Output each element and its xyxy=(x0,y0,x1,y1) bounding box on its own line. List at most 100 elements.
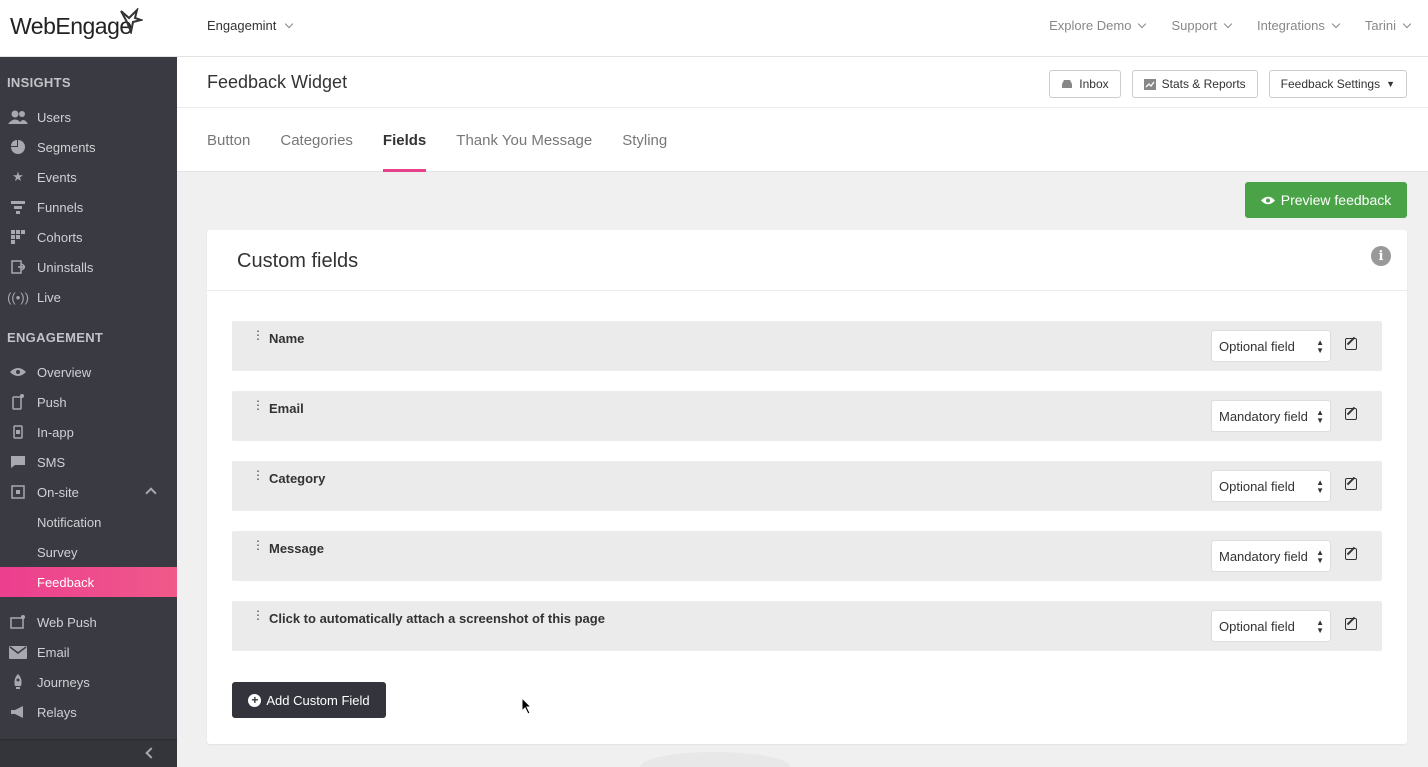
sidebar-section-engagement: ENGAGEMENT xyxy=(7,330,104,345)
sidebar-item-feedback[interactable]: Feedback xyxy=(0,567,177,597)
sidebar-item-label: Events xyxy=(37,169,77,185)
scroll-hint xyxy=(640,752,790,767)
sidebar-collapse-button[interactable] xyxy=(0,739,177,767)
nav-explore-demo[interactable]: Explore Demo xyxy=(1049,18,1147,33)
on-site-icon xyxy=(8,484,28,500)
sidebar-item-funnels[interactable]: Funnels xyxy=(0,192,177,222)
eye-icon xyxy=(1260,196,1275,204)
header-actions: Inbox Stats & Reports Feedback Settings … xyxy=(1049,70,1407,98)
sidebar-item-label: Users xyxy=(37,109,71,125)
field-row[interactable]: ⋮ Category Optional field ▲ ▼ xyxy=(232,461,1382,511)
edit-icon[interactable] xyxy=(1345,338,1357,350)
edit-icon[interactable] xyxy=(1345,478,1357,490)
field-label: Category xyxy=(269,471,326,486)
sidebar-item-on-site[interactable]: On-site xyxy=(0,477,177,507)
preview-feedback-button[interactable]: Preview feedback xyxy=(1245,182,1407,218)
sidebar-item-label: Feedback xyxy=(37,574,95,590)
field-requirement-select[interactable]: Optional field ▲ ▼ xyxy=(1211,470,1331,502)
nav-label: Integrations xyxy=(1256,18,1325,33)
sidebar-item-label: Web Push xyxy=(37,614,97,630)
megaphone-icon xyxy=(8,704,28,720)
preview-label: Preview feedback xyxy=(1280,192,1392,208)
project-switcher[interactable]: Engagemint xyxy=(207,18,294,33)
web-push-icon xyxy=(8,614,28,630)
sidebar-item-label: Uninstalls xyxy=(37,259,94,275)
drag-handle-icon[interactable]: ⋮ xyxy=(252,399,264,411)
info-icon[interactable]: i xyxy=(1371,246,1391,266)
edit-icon[interactable] xyxy=(1345,408,1357,420)
field-requirement-select[interactable]: Mandatory field ▲ ▼ xyxy=(1211,540,1331,572)
add-custom-field-button[interactable]: + Add Custom Field xyxy=(232,682,386,718)
sidebar-item-label: Live xyxy=(37,289,61,305)
feedback-settings-button[interactable]: Feedback Settings ▼ xyxy=(1268,70,1407,98)
card-title: Custom fields xyxy=(237,250,359,272)
sidebar-item-events[interactable]: ★ Events xyxy=(0,162,177,192)
rocket-icon xyxy=(8,674,28,690)
sidebar-item-push[interactable]: Push xyxy=(0,387,177,417)
users-icon xyxy=(8,109,28,125)
field-label: Email xyxy=(269,401,304,416)
tab-fields[interactable]: Fields xyxy=(382,108,427,172)
sidebar-item-live[interactable]: ((•)) Live xyxy=(0,282,177,312)
select-arrows-icon: ▲ ▼ xyxy=(1316,548,1324,565)
sidebar-item-web-push[interactable]: Web Push xyxy=(0,607,177,637)
sidebar-item-survey[interactable]: Survey xyxy=(0,537,177,567)
sidebar-item-notification[interactable]: Notification xyxy=(0,507,177,537)
nav-support[interactable]: Support xyxy=(1171,18,1233,33)
select-arrows-icon: ▲ ▼ xyxy=(1316,408,1324,425)
sidebar-item-uninstalls[interactable]: Uninstalls xyxy=(0,252,177,282)
caret-down-icon: ▼ xyxy=(1386,79,1395,89)
drag-handle-icon[interactable]: ⋮ xyxy=(252,609,264,621)
sidebar-item-journeys[interactable]: Journeys xyxy=(0,667,177,697)
nav-integrations[interactable]: Integrations xyxy=(1256,18,1341,33)
sidebar-item-cohorts[interactable]: Cohorts xyxy=(0,222,177,252)
mouse-cursor-icon xyxy=(521,697,533,715)
select-value: Mandatory field xyxy=(1219,408,1308,424)
bird-logo-icon xyxy=(120,8,143,34)
add-button-label: Add Custom Field xyxy=(266,692,370,708)
sidebar-item-users[interactable]: Users xyxy=(0,102,177,132)
field-requirement-select[interactable]: Optional field ▲ ▼ xyxy=(1211,330,1331,362)
sidebar-item-label: In-app xyxy=(37,424,74,440)
nav-user-menu[interactable]: Tarini xyxy=(1365,18,1412,33)
sidebar-item-relays[interactable]: Relays xyxy=(0,697,177,727)
sidebar-item-in-app[interactable]: In-app xyxy=(0,417,177,447)
drag-handle-icon[interactable]: ⋮ xyxy=(252,539,264,551)
select-value: Optional field xyxy=(1219,478,1295,494)
inbox-icon xyxy=(1062,80,1073,88)
plus-circle-icon: + xyxy=(248,693,262,707)
sidebar-item-segments[interactable]: Segments xyxy=(0,132,177,162)
field-row[interactable]: ⋮ Message Mandatory field ▲ ▼ xyxy=(232,531,1382,581)
sidebar-item-email[interactable]: Email xyxy=(0,637,177,667)
select-arrows-icon: ▲ ▼ xyxy=(1316,338,1324,355)
field-row[interactable]: ⋮ Name Optional field ▲ ▼ xyxy=(232,321,1382,371)
field-row[interactable]: ⋮ Email Mandatory field ▲ ▼ xyxy=(232,391,1382,441)
funnel-icon xyxy=(8,199,28,215)
edit-icon[interactable] xyxy=(1345,548,1357,560)
drag-handle-icon[interactable]: ⋮ xyxy=(252,329,264,341)
field-requirement-select[interactable]: Mandatory field ▲ ▼ xyxy=(1211,400,1331,432)
stats-reports-button[interactable]: Stats & Reports xyxy=(1131,70,1258,98)
sidebar-item-label: SMS xyxy=(37,454,66,470)
chevron-up-icon[interactable] xyxy=(145,487,157,499)
sidebar-section-insights: INSIGHTS xyxy=(7,75,71,90)
field-label: Click to automatically attach a screensh… xyxy=(269,611,605,626)
edit-icon[interactable] xyxy=(1345,618,1357,630)
select-value: Optional field xyxy=(1219,618,1295,634)
sidebar-item-label: Email xyxy=(37,644,70,660)
tab-thank-you-message[interactable]: Thank You Message xyxy=(456,108,592,172)
field-label: Message xyxy=(269,541,324,556)
inbox-button[interactable]: Inbox xyxy=(1049,70,1121,98)
sidebar-item-label: Relays xyxy=(37,704,77,720)
tab-styling[interactable]: Styling xyxy=(622,108,667,172)
sidebar-item-overview[interactable]: Overview xyxy=(0,357,177,387)
top-bar: WebEngage Engagemint Explore Demo Suppor… xyxy=(0,0,1428,57)
webengage-logo[interactable]: WebEngage xyxy=(10,8,143,42)
sidebar-item-sms[interactable]: SMS xyxy=(0,447,177,477)
field-row[interactable]: ⋮ Click to automatically attach a screen… xyxy=(232,601,1382,651)
drag-handle-icon[interactable]: ⋮ xyxy=(252,469,264,481)
tab-button[interactable]: Button xyxy=(207,108,250,172)
tab-categories[interactable]: Categories xyxy=(280,108,353,172)
sidebar-item-label: Funnels xyxy=(37,199,84,215)
field-requirement-select[interactable]: Optional field ▲ ▼ xyxy=(1211,610,1331,642)
